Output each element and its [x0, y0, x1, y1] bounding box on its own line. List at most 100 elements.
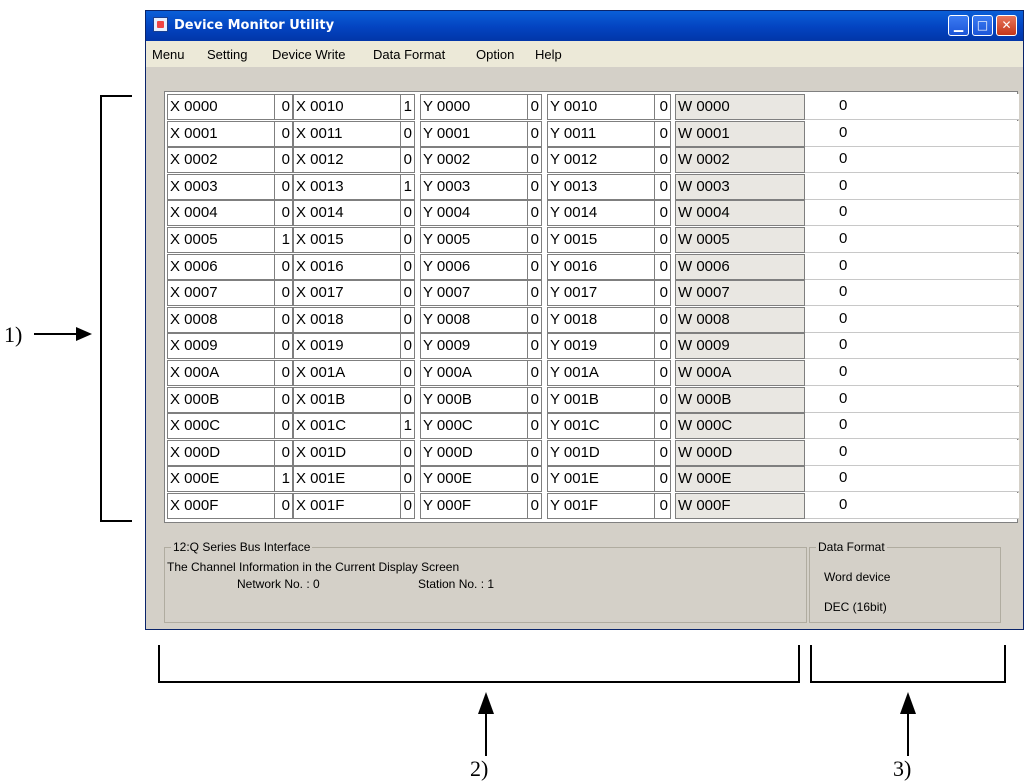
close-button[interactable]: ✕: [996, 15, 1017, 36]
device-value[interactable]: 0: [275, 360, 293, 386]
device-value[interactable]: 0: [401, 493, 415, 519]
device-value[interactable]: 1: [275, 466, 293, 493]
device-value[interactable]: 0: [655, 147, 671, 174]
device-value[interactable]: 0: [275, 280, 293, 307]
device-value[interactable]: 0: [401, 147, 415, 174]
device-value[interactable]: 0: [401, 200, 415, 227]
device-value[interactable]: 0: [655, 360, 671, 386]
device-value[interactable]: 0: [805, 94, 1019, 120]
device-value[interactable]: 0: [275, 200, 293, 227]
minimize-button[interactable]: ▁: [948, 15, 969, 36]
device-value[interactable]: 0: [805, 173, 1019, 200]
device-value[interactable]: 0: [275, 94, 293, 120]
device-value[interactable]: 1: [401, 173, 415, 200]
device-value[interactable]: 0: [655, 386, 671, 413]
device-value[interactable]: 0: [275, 493, 293, 519]
device-value[interactable]: 0: [528, 386, 542, 413]
device-value[interactable]: 0: [805, 227, 1019, 253]
device-value[interactable]: 0: [805, 360, 1019, 386]
device-address: X 0003: [167, 173, 275, 200]
device-value[interactable]: 0: [528, 173, 542, 200]
device-address: X 001B: [293, 386, 401, 413]
device-value[interactable]: 0: [401, 253, 415, 280]
menu-item-device-write[interactable]: Device Write: [272, 47, 345, 62]
device-value[interactable]: 0: [805, 120, 1019, 147]
device-value[interactable]: 0: [528, 120, 542, 147]
device-value[interactable]: 0: [401, 227, 415, 253]
device-value[interactable]: 0: [805, 493, 1019, 519]
device-value[interactable]: 0: [528, 94, 542, 120]
device-value[interactable]: 0: [655, 466, 671, 493]
device-value[interactable]: 0: [655, 306, 671, 333]
device-value[interactable]: 0: [528, 227, 542, 253]
device-value[interactable]: 0: [655, 173, 671, 200]
device-value[interactable]: 0: [655, 413, 671, 440]
device-value[interactable]: 0: [528, 200, 542, 227]
device-value[interactable]: 0: [528, 147, 542, 174]
device-value[interactable]: 0: [275, 147, 293, 174]
device-address: Y 001D: [547, 439, 655, 466]
device-value[interactable]: 0: [805, 280, 1019, 307]
device-value[interactable]: 0: [401, 360, 415, 386]
device-value[interactable]: 1: [401, 94, 415, 120]
device-value[interactable]: 0: [805, 386, 1019, 413]
device-value[interactable]: 0: [528, 466, 542, 493]
device-value[interactable]: 1: [275, 227, 293, 253]
device-value[interactable]: 0: [401, 306, 415, 333]
device-value[interactable]: 0: [401, 120, 415, 147]
maximize-button[interactable]: □: [972, 15, 993, 36]
station-number: Station No. : 1: [418, 577, 495, 591]
device-value[interactable]: 0: [655, 493, 671, 519]
device-value[interactable]: 0: [655, 94, 671, 120]
device-value[interactable]: 0: [655, 280, 671, 307]
device-value[interactable]: 0: [275, 306, 293, 333]
device-value[interactable]: 0: [805, 466, 1019, 493]
device-value[interactable]: 0: [401, 386, 415, 413]
device-address: X 0001: [167, 120, 275, 147]
device-value[interactable]: 0: [805, 439, 1019, 466]
device-value[interactable]: 0: [655, 200, 671, 227]
device-address: X 0002: [167, 147, 275, 174]
menu-item-option[interactable]: Option: [476, 47, 514, 62]
device-value[interactable]: 0: [655, 439, 671, 466]
device-value[interactable]: 0: [401, 439, 415, 466]
device-value[interactable]: 0: [655, 120, 671, 147]
device-value[interactable]: 0: [528, 439, 542, 466]
device-value[interactable]: 0: [275, 386, 293, 413]
device-value[interactable]: 0: [401, 333, 415, 360]
bracket-2: [158, 645, 800, 683]
menu-item-setting[interactable]: Setting: [207, 47, 247, 62]
device-value[interactable]: 0: [275, 173, 293, 200]
maximize-icon: □: [976, 18, 989, 32]
device-value[interactable]: 0: [805, 333, 1019, 360]
device-value[interactable]: 0: [528, 333, 542, 360]
device-value[interactable]: 0: [805, 413, 1019, 440]
device-address: X 0013: [293, 173, 401, 200]
device-value[interactable]: 0: [805, 306, 1019, 333]
device-value[interactable]: 1: [401, 413, 415, 440]
device-value[interactable]: 0: [401, 280, 415, 307]
device-value[interactable]: 0: [528, 493, 542, 519]
menu-item-menu[interactable]: Menu: [152, 47, 185, 62]
device-value[interactable]: 0: [805, 253, 1019, 280]
device-value[interactable]: 0: [655, 253, 671, 280]
device-value[interactable]: 0: [275, 253, 293, 280]
device-value[interactable]: 0: [805, 147, 1019, 174]
device-value[interactable]: 0: [275, 413, 293, 440]
title-bar[interactable]: Device Monitor Utility ▁ □ ✕: [146, 11, 1023, 41]
device-value[interactable]: 0: [528, 253, 542, 280]
device-value[interactable]: 0: [528, 360, 542, 386]
device-value[interactable]: 0: [275, 333, 293, 360]
device-value[interactable]: 0: [528, 413, 542, 440]
device-value[interactable]: 0: [275, 120, 293, 147]
device-address: Y 0002: [420, 147, 528, 174]
device-value[interactable]: 0: [401, 466, 415, 493]
device-value[interactable]: 0: [805, 200, 1019, 227]
device-value[interactable]: 0: [528, 306, 542, 333]
menu-item-help[interactable]: Help: [535, 47, 562, 62]
device-value[interactable]: 0: [528, 280, 542, 307]
device-value[interactable]: 0: [275, 439, 293, 466]
device-value[interactable]: 0: [655, 227, 671, 253]
menu-item-data-format[interactable]: Data Format: [373, 47, 445, 62]
device-value[interactable]: 0: [655, 333, 671, 360]
